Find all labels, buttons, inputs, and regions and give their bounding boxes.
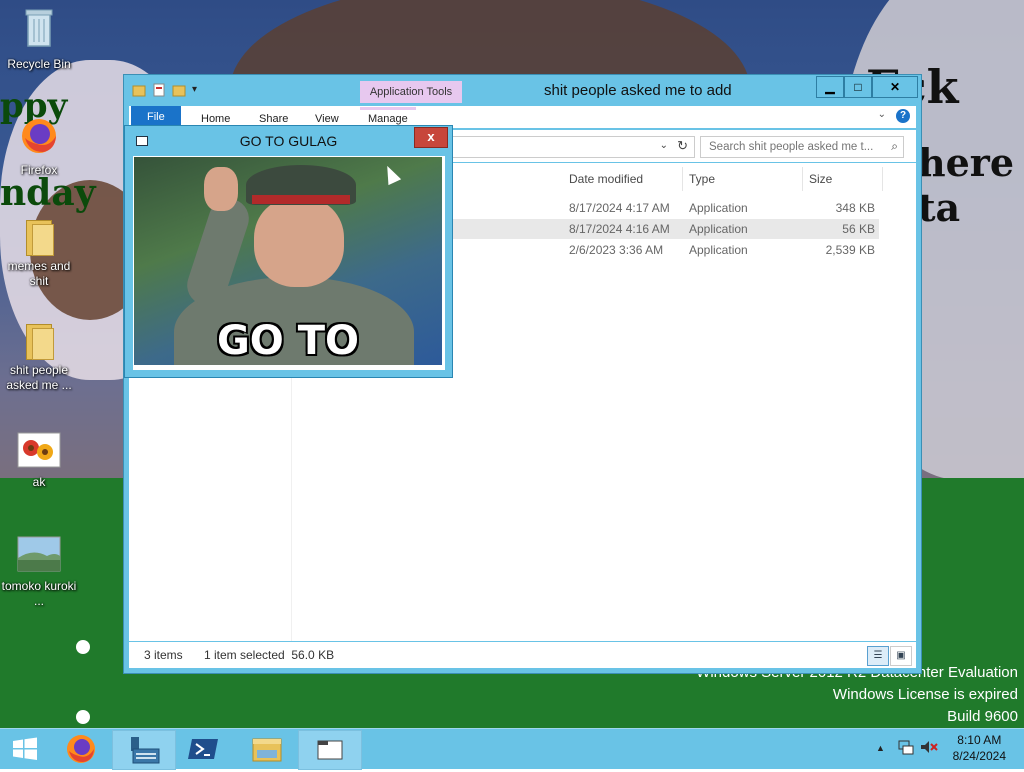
- application-tools-context-tab: Application Tools: [360, 81, 462, 103]
- desktop-icon-recycle-bin[interactable]: Recycle Bin: [1, 6, 77, 72]
- search-input[interactable]: [707, 138, 881, 156]
- new-folder-icon[interactable]: [172, 83, 186, 97]
- status-item-count: 3 items: [144, 648, 183, 662]
- file-size: 2,539 KB: [825, 243, 875, 257]
- taskbar-file-explorer[interactable]: [236, 730, 298, 768]
- file-explorer-icon: [252, 738, 282, 762]
- folder-icon: [24, 218, 54, 256]
- close-icon: ✕: [889, 80, 901, 94]
- maximize-button[interactable]: □: [844, 76, 872, 98]
- wallpaper-text: here ta: [918, 140, 1015, 230]
- maximize-icon: □: [854, 80, 862, 94]
- close-icon: x: [427, 129, 435, 144]
- watermark-line: Build 9600: [947, 708, 1018, 725]
- image-icon: [1, 536, 77, 576]
- firefox-icon: [67, 735, 95, 763]
- column-header-type[interactable]: Type: [683, 167, 803, 191]
- clock-date: 8/24/2024: [952, 749, 1006, 763]
- image-icon: [1, 432, 77, 472]
- close-button[interactable]: ✕: [872, 76, 918, 98]
- desktop-icon-label: Firefox: [20, 163, 58, 177]
- meme-figure-cap-band: [252, 195, 350, 204]
- desktop-icon-label: shit people asked me ...: [6, 363, 72, 392]
- refresh-icon[interactable]: ↻: [677, 138, 688, 154]
- viewer-image-area: GO TO GULAG: [133, 156, 445, 370]
- watermark-line: Windows License is expired: [832, 686, 1018, 703]
- file-size: 348 KB: [835, 201, 875, 215]
- status-selection: 1 item selected 56.0 KB: [204, 648, 335, 662]
- taskbar: ▲ 8:10 AM 8/24/2024: [0, 728, 1024, 770]
- meme-caption: GO TO GULAG: [216, 318, 360, 364]
- network-icon[interactable]: [898, 739, 914, 758]
- taskbar-explorer-window[interactable]: [298, 730, 362, 770]
- file-date: 8/17/2024 4:16 AM: [569, 222, 670, 236]
- file-date: 2/6/2023 3:36 AM: [569, 243, 664, 257]
- powershell-icon: [188, 739, 218, 759]
- meme-image: GO TO GULAG: [134, 157, 442, 365]
- desktop-icon-image-tomoko[interactable]: tomoko kuroki ...: [1, 536, 77, 609]
- file-row[interactable]: 2/6/2023 3:36 AM Application 2,539 KB: [449, 240, 879, 260]
- wallpaper-text: nday: [0, 172, 96, 214]
- desktop-icon-folder-memes[interactable]: memes and shit: [1, 218, 77, 289]
- status-bar: 3 items 1 item selected 56.0 KB ☰ ▣: [129, 642, 916, 668]
- desktop-icon-label: memes and shit: [7, 259, 71, 288]
- minimize-icon: ▁: [825, 80, 835, 94]
- column-header-date-modified[interactable]: Date modified: [563, 167, 683, 191]
- explorer-titlebar[interactable]: ▾ Application Tools shit people asked me…: [124, 75, 921, 105]
- file-row-selected[interactable]: 8/17/2024 4:16 AM Application 56 KB: [449, 219, 879, 239]
- folder-icon: [24, 322, 54, 360]
- wallpaper-dot: [76, 710, 90, 724]
- address-bar[interactable]: ⌄ ↻: [449, 136, 695, 158]
- desktop-icon-label: Recycle Bin: [7, 57, 71, 71]
- recycle-bin-icon: [1, 6, 77, 54]
- taskbar-powershell[interactable]: [174, 730, 236, 768]
- taskbar-firefox[interactable]: [50, 730, 112, 768]
- taskbar-server-manager[interactable]: [112, 730, 176, 770]
- chevron-down-icon[interactable]: ⌄: [660, 140, 668, 151]
- start-button[interactable]: [0, 730, 50, 768]
- file-row[interactable]: 8/17/2024 4:17 AM Application 348 KB: [449, 198, 879, 218]
- desktop-icon-label: tomoko kuroki ...: [1, 579, 77, 608]
- desktop-icon-firefox[interactable]: Firefox: [1, 116, 77, 178]
- folder-icon: [317, 740, 343, 760]
- folder-icon[interactable]: [132, 83, 146, 97]
- quick-access-toolbar: ▾: [132, 83, 206, 97]
- properties-icon[interactable]: [152, 83, 166, 97]
- minimize-button[interactable]: ▁: [816, 76, 844, 98]
- file-size: 56 KB: [842, 222, 875, 236]
- help-icon[interactable]: ?: [896, 109, 910, 123]
- ribbon-expand-icon[interactable]: ⌄: [878, 109, 886, 120]
- server-manager-icon: [131, 737, 160, 764]
- desktop-icon-image-ak[interactable]: ak: [1, 432, 77, 490]
- viewer-close-button[interactable]: x: [414, 127, 448, 148]
- system-clock[interactable]: 8:10 AM 8/24/2024: [953, 732, 1006, 764]
- details-view-icon[interactable]: ☰: [867, 646, 889, 666]
- column-header-size[interactable]: Size: [803, 167, 883, 191]
- file-date: 8/17/2024 4:17 AM: [569, 201, 670, 215]
- windows-logo-icon: [13, 737, 37, 760]
- image-viewer-window[interactable]: GO TO GULAG x GO TO GULAG: [124, 125, 453, 378]
- file-type: Application: [689, 243, 748, 257]
- firefox-icon: [1, 116, 77, 160]
- search-icon[interactable]: ⌕: [891, 139, 898, 154]
- search-box[interactable]: ⌕: [700, 136, 904, 158]
- meme-figure-hand: [204, 167, 238, 211]
- customize-qat-icon[interactable]: ▾: [192, 83, 206, 97]
- clock-time: 8:10 AM: [957, 733, 1002, 747]
- meme-figure-face: [254, 197, 344, 287]
- volume-muted-icon[interactable]: [920, 739, 938, 758]
- file-type: Application: [689, 201, 748, 215]
- wallpaper-dot: [76, 640, 90, 654]
- desktop-icon-folder-shit-people[interactable]: shit people asked me ...: [1, 322, 77, 393]
- window-title: shit people asked me to add: [544, 82, 732, 99]
- show-hidden-icons-icon[interactable]: ▲: [876, 743, 885, 753]
- desktop-icon-label: ak: [32, 475, 46, 489]
- file-type: Application: [689, 222, 748, 236]
- large-icons-view-icon[interactable]: ▣: [890, 646, 912, 666]
- viewer-title: GO TO GULAG: [239, 133, 338, 149]
